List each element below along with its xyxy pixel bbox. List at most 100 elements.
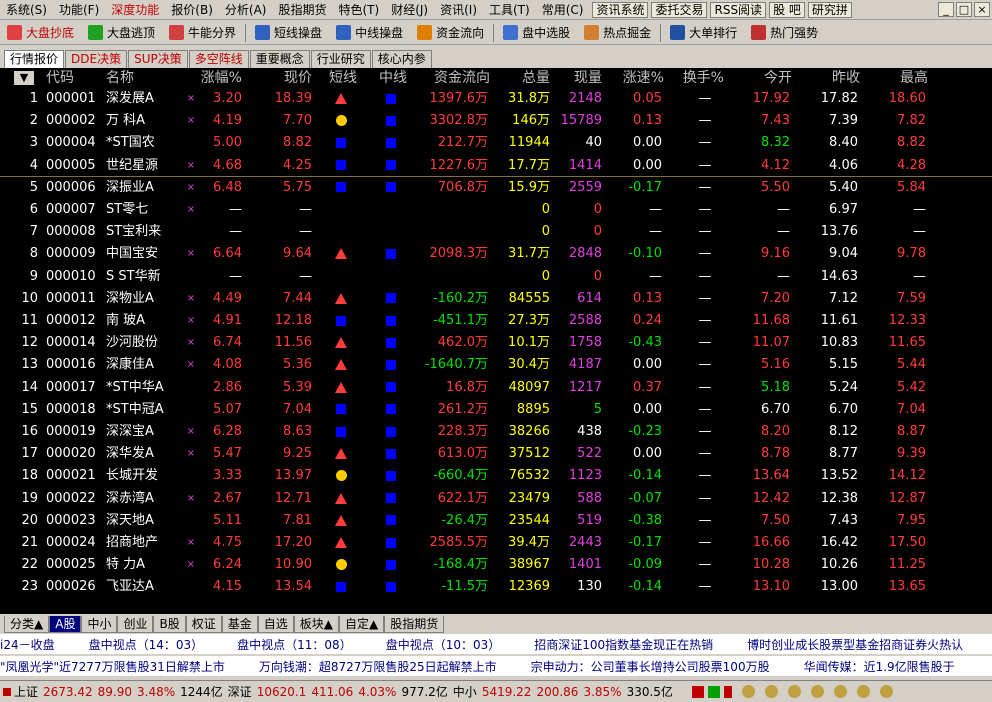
toolbar-button[interactable]: 大盘抄底 [0, 22, 81, 44]
table-row[interactable]: 14 000017 *ST中华A 2.86 5.39 16.8万 48097 1217 0.37… [0, 377, 992, 399]
column-header[interactable]: 现价 [262, 68, 312, 88]
quote-grid[interactable]: ▼ 代码 名称 涨幅% 现价 短线 中线 资金流向 总量 现量 涨速% 换手% 今开 昨收 最高 1 0000… [0, 68, 992, 614]
menu-item[interactable]: 特色(T) [332, 0, 385, 20]
table-row[interactable]: 6 000007 ST零七 × — — 0 0 — — — 6.97 — [0, 199, 992, 221]
table-row[interactable]: 3 000004 *ST国农 5.00 8.82 212.7万 11944 40 0.00 — 8.… [0, 132, 992, 154]
column-header[interactable]: 涨速% [614, 68, 664, 88]
toolbar-button[interactable]: 中线操盘 [329, 22, 410, 44]
column-header[interactable]: 现量 [562, 68, 602, 88]
news-item[interactable]: 盘中视点（14：03） [89, 636, 204, 653]
news-item[interactable]: 盘中视点（11：08） [237, 636, 352, 653]
table-row[interactable]: 5 000006 深振业A × 6.48 5.75 706.8万 15.9万 2559 -0.17… [0, 177, 992, 199]
table-row[interactable]: 2 000002 万 科A × 4.19 7.70 3302.8万 146万 15789 0.13… [0, 110, 992, 132]
table-row[interactable]: 21 000024 招商地产 × 4.75 17.20 2585.5万 39.4万 2443 -0… [0, 532, 992, 554]
toolbar-button[interactable]: 热门强势 [744, 22, 825, 44]
market-tab[interactable]: 自选 [257, 615, 294, 633]
table-row[interactable]: 16 000019 深深宝A × 6.28 8.63 228.3万 38266 438 -0.23… [0, 421, 992, 443]
market-tab[interactable]: 创业 [117, 615, 154, 633]
tab[interactable]: 行业研究 [310, 50, 371, 68]
table-row[interactable]: 9 000010 S ST华新 — — 0 0 — — — 14.63 — [0, 266, 992, 288]
menu-item[interactable]: 工具(T) [483, 0, 536, 20]
news-ticker-2[interactable]: "凤凰光学"近7277万限售股31日解禁上市 万向钱潮：超8727万限售股25日起… [0, 656, 992, 676]
signal-icon[interactable] [787, 685, 801, 698]
market-tab[interactable]: 中小 [81, 615, 118, 633]
alarm-icon[interactable] [764, 685, 778, 698]
column-header[interactable]: 换手% [676, 68, 724, 88]
table-row[interactable]: 18 000021 长城开发 3.33 13.97 -660.4万 76532 1123 -0.… [0, 465, 992, 487]
column-header[interactable]: 最高 [888, 68, 928, 88]
news-item[interactable]: 博时创业成长股票型基金招商证券火热认 [747, 636, 963, 653]
restore-icon[interactable]: □ [956, 2, 972, 17]
news-ticker-1[interactable]: i24－收盘 盘中视点（14：03） 盘中视点（11：08） 盘中视点（10：03） 招… [0, 634, 992, 654]
market-tab[interactable]: 基金 [221, 615, 258, 633]
minimize-icon[interactable]: _ [938, 2, 954, 17]
tab[interactable]: 核心内参 [371, 50, 432, 68]
menu-item[interactable]: 股指期货 [272, 0, 332, 20]
table-row[interactable]: 20 000023 深天地A 5.11 7.81 -26.4万 23544 519 -0.38 —… [0, 510, 992, 532]
table-row[interactable]: 12 000014 沙河股份 × 6.74 11.56 462.0万 10.1万 1758 -0.… [0, 332, 992, 354]
market-tab[interactable]: 板块▲ [293, 615, 339, 633]
table-row[interactable]: 22 000025 特 力A × 6.24 10.90 -168.4万 38967 1401 -0… [0, 554, 992, 576]
table-row[interactable]: 4 000005 世纪星源 × 4.68 4.25 1227.6万 17.7万 1414 0.00… [0, 155, 992, 177]
market-tab[interactable]: 分类▲ [4, 615, 50, 633]
market-tab[interactable]: 股指期货 [384, 615, 445, 633]
news-item[interactable]: 盘中视点（10：03） [386, 636, 501, 653]
table-row[interactable]: 1 000001 深发展A × 3.20 18.39 1397.6万 31.8万 2148 0.0… [0, 88, 992, 110]
table-row[interactable]: 8 000009 中国宝安 × 6.64 9.64 2098.3万 31.7万 2848 -0.1… [0, 243, 992, 265]
tab[interactable]: 行情报价 [4, 50, 65, 68]
network-icon[interactable] [856, 685, 870, 698]
menu-item[interactable]: 功能(F) [53, 0, 105, 20]
table-row[interactable]: 13 000016 深康佳A × 4.08 5.36 -1640.7万 30.4万 4187 0.… [0, 354, 992, 376]
menu-item[interactable]: 财经(J) [385, 0, 434, 20]
menu-item[interactable]: 报价(B) [165, 0, 219, 20]
toolbar-button[interactable]: 热点掘金 [577, 22, 658, 44]
news-item[interactable]: i24－收盘 [0, 636, 55, 653]
table-row[interactable]: 17 000020 深华发A × 5.47 9.25 613.0万 37512 522 0.00 —… [0, 443, 992, 465]
user-icon[interactable] [810, 685, 824, 698]
tab[interactable]: SUP决策 [128, 50, 188, 68]
menu-item[interactable]: 分析(A) [219, 0, 273, 20]
menu-quick-button[interactable]: 研究拼 [807, 1, 852, 18]
table-row[interactable]: 11 000012 南 玻A × 4.91 12.18 -451.1万 27.3万 2588 0.… [0, 310, 992, 332]
tab[interactable]: 重要概念 [249, 50, 310, 68]
menu-item[interactable]: 资讯(I) [434, 0, 483, 20]
menu-quick-button[interactable]: 股 吧 [769, 1, 805, 18]
table-row[interactable]: 19 000022 深赤湾A × 2.67 12.71 622.1万 23479 588 -0.0… [0, 488, 992, 510]
tab[interactable]: 多空阵线 [188, 50, 249, 68]
column-header[interactable]: 代码 [46, 68, 98, 88]
toolbar-button[interactable]: 大单排行 [663, 22, 744, 44]
market-tab[interactable]: B股 [153, 615, 186, 633]
toolbar-button[interactable]: 大盘逃顶 [81, 22, 162, 44]
window-icon[interactable] [879, 685, 893, 698]
menu-item[interactable]: 系统(S) [0, 0, 53, 20]
column-header[interactable]: 总量 [500, 68, 550, 88]
news-item[interactable]: 招商深证100指数基金现正在热销 [534, 636, 713, 653]
toolbar-button[interactable]: 短线操盘 [248, 22, 329, 44]
column-header[interactable]: 涨幅% [190, 68, 242, 88]
menu-quick-button[interactable]: 委托交易 [651, 1, 708, 18]
toolbar-button[interactable]: 资金流向 [410, 22, 491, 44]
tab[interactable]: DDE决策 [65, 50, 128, 68]
column-header[interactable]: 资金流向 [418, 68, 490, 88]
column-header[interactable]: 中线 [376, 68, 410, 88]
news-item[interactable]: 华闻传媒：近1.9亿限售股于 [804, 658, 955, 675]
news-item[interactable]: 万向钱潮：超8727万限售股25日起解禁上市 [259, 658, 497, 675]
menu-quick-button[interactable]: RSS阅读 [710, 1, 767, 18]
table-row[interactable]: 15 000018 *ST中冠A 5.07 7.04 261.2万 8895 5 0.00 — 6.… [0, 399, 992, 421]
sort-arrow-icon[interactable]: ▼ [14, 71, 34, 85]
menu-quick-button[interactable]: 资讯系统 [592, 1, 649, 18]
market-tab[interactable]: A股 [49, 615, 82, 633]
table-row[interactable]: 23 000026 飞亚达A 4.15 13.54 -11.5万 12369 130 -0.14… [0, 576, 992, 598]
news-item[interactable]: 宗申动力：公司董事长增持公司股票100万股 [531, 658, 770, 675]
column-header[interactable]: 短线 [326, 68, 360, 88]
toolbar-button[interactable]: 盘中选股 [496, 22, 577, 44]
bell-icon[interactable] [741, 685, 755, 698]
column-header[interactable]: 昨收 [820, 68, 860, 88]
column-header[interactable]: 今开 [752, 68, 792, 88]
shield-icon[interactable] [833, 685, 847, 698]
market-tab[interactable]: 权证 [185, 615, 222, 633]
toolbar-button[interactable]: 牛能分界 [162, 22, 243, 44]
menu-item[interactable]: 深度功能 [105, 0, 165, 20]
close-icon[interactable]: × [974, 2, 990, 17]
table-row[interactable]: 10 000011 深物业A × 4.49 7.44 -160.2万 84555 614 0.13… [0, 288, 992, 310]
